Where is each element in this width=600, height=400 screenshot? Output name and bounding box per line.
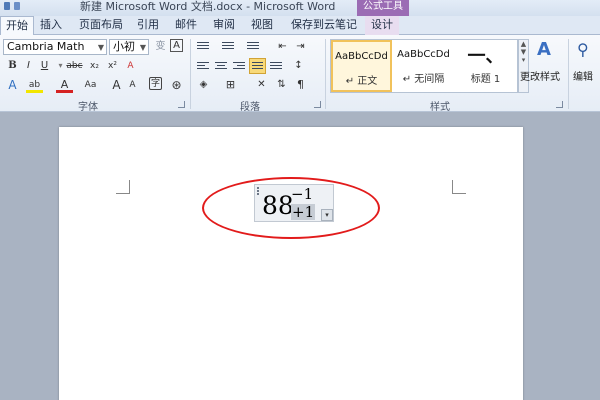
bullets-icon[interactable]: [197, 42, 209, 51]
group-separator: [325, 39, 326, 109]
quick-access-toolbar[interactable]: [2, 1, 28, 13]
font-name-value: Cambria Math: [7, 40, 85, 53]
enclose-characters-button[interactable]: 字: [149, 77, 162, 90]
tab-mailings[interactable]: 邮件: [175, 16, 197, 35]
font-size-box[interactable]: 小初 ▼: [109, 39, 149, 55]
shading-icon[interactable]: ◈: [195, 77, 212, 93]
styles-group-label: 样式: [430, 102, 450, 113]
line-spacing-icon[interactable]: ↕: [290, 58, 307, 74]
title-bar: 新建 Microsoft Word 文档.docx - Microsoft Wo…: [0, 0, 600, 16]
paragraph-dialog-launcher-icon[interactable]: [314, 101, 321, 108]
align-center-icon[interactable]: [215, 62, 227, 71]
change-case-button[interactable]: Aa: [82, 77, 99, 93]
word-logo-icon: [4, 2, 10, 10]
sort-icon[interactable]: ⇅: [273, 77, 290, 93]
ribbon: Cambria Math ▼ 小初 ▼ 变 A B I U ▾ abc x₂ x…: [0, 35, 600, 113]
justify-icon: [252, 62, 263, 71]
window-title: 新建 Microsoft Word 文档.docx - Microsoft Wo…: [80, 0, 336, 13]
style-heading-1[interactable]: 一、 标题 1: [455, 40, 516, 92]
margin-corner-top-right: [452, 180, 466, 194]
font-group-label: 字体: [78, 102, 98, 113]
underline-button[interactable]: U: [36, 58, 53, 74]
styles-gallery-scroll[interactable]: ▲ ▼ ▾: [518, 39, 529, 93]
borders-icon[interactable]: ⊞: [222, 77, 239, 93]
style-normal[interactable]: AaBbCcDd ↵ 正文: [331, 40, 392, 92]
style-name: ↵ 正文: [345, 76, 378, 87]
align-right-icon[interactable]: [233, 62, 245, 71]
document-page[interactable]: 88 −1 +1 ▾: [59, 127, 523, 400]
tab-view[interactable]: 视图: [251, 16, 273, 35]
editing-button[interactable]: 编辑: [573, 68, 593, 83]
font-color-button[interactable]: A: [56, 77, 73, 93]
bold-button[interactable]: B: [4, 58, 21, 74]
tab-design[interactable]: 设计: [365, 16, 399, 35]
ribbon-tabs: 开始 插入 页面布局 引用 邮件 审阅 视图 保存到云笔记 设计: [0, 16, 600, 36]
italic-button[interactable]: I: [20, 58, 37, 74]
style-sample: 一、: [467, 46, 504, 67]
chinese-layout-icon[interactable]: ✕: [253, 77, 270, 93]
multilevel-list-icon[interactable]: [247, 42, 259, 51]
document-area: 88 −1 +1 ▾: [0, 112, 600, 400]
styles-dialog-launcher-icon[interactable]: [556, 101, 563, 108]
equation-tools-context-label: 公式工具: [357, 0, 409, 16]
distributed-icon[interactable]: [270, 62, 282, 71]
show-marks-icon[interactable]: ¶: [292, 77, 309, 93]
tab-insert[interactable]: 插入: [40, 16, 62, 35]
style-sample: AaBbCcDd: [397, 49, 450, 60]
style-no-spacing[interactable]: AaBbCcDd ↵ 无间隔: [393, 40, 454, 92]
align-left-icon[interactable]: [197, 62, 209, 71]
margin-corner-top-left: [116, 180, 130, 194]
group-separator: [190, 39, 191, 109]
chevron-down-icon[interactable]: ▼: [140, 41, 146, 55]
tab-review[interactable]: 审阅: [213, 16, 235, 35]
tab-save-to-cloud-notes[interactable]: 保存到云笔记: [291, 16, 357, 35]
decrease-indent-icon[interactable]: ⇤: [274, 39, 291, 55]
highlight-color-icon[interactable]: ab: [26, 77, 43, 93]
bold-label: B: [8, 60, 17, 71]
style-name: 标题 1: [470, 74, 501, 85]
grow-font-button[interactable]: A: [108, 77, 125, 93]
phonetic-guide-button[interactable]: 变: [152, 39, 169, 55]
subscript-button[interactable]: x₂: [86, 58, 103, 74]
justify-button[interactable]: [249, 58, 266, 74]
numbering-icon[interactable]: [222, 42, 234, 51]
change-styles-icon[interactable]: A: [532, 39, 556, 61]
binoculars-icon[interactable]: ⚲: [577, 40, 589, 59]
styles-gallery: AaBbCcDd ↵ 正文 AaBbCcDd ↵ 无间隔 一、 标题 1: [330, 39, 518, 93]
clear-formatting-button[interactable]: A: [122, 58, 139, 74]
chevron-down-icon[interactable]: ▼: [98, 41, 104, 55]
paragraph-group-label: 段落: [240, 102, 260, 113]
shrink-font-button[interactable]: A: [124, 77, 141, 93]
font-dialog-launcher-icon[interactable]: [178, 101, 185, 108]
font-name-box[interactable]: Cambria Math ▼: [3, 39, 107, 55]
style-name: ↵ 无间隔: [402, 74, 445, 85]
red-annotation-ellipse: [202, 177, 380, 239]
tab-references[interactable]: 引用: [137, 16, 159, 35]
save-icon[interactable]: [14, 2, 20, 10]
strikethrough-button[interactable]: abc: [66, 58, 83, 74]
group-separator: [568, 39, 569, 109]
tab-home[interactable]: 开始: [0, 16, 34, 36]
tab-page-layout[interactable]: 页面布局: [79, 16, 123, 35]
increase-indent-icon[interactable]: ⇥: [292, 39, 309, 55]
font-size-value: 小初: [113, 40, 135, 53]
character-border-button[interactable]: A: [170, 39, 183, 52]
superscript-button[interactable]: x²: [104, 58, 121, 74]
change-styles-button[interactable]: 更改样式: [520, 68, 560, 83]
text-effects-icon[interactable]: A: [4, 77, 21, 93]
style-sample: AaBbCcDd: [335, 51, 388, 62]
character-shading-icon[interactable]: ⊛: [168, 77, 185, 93]
